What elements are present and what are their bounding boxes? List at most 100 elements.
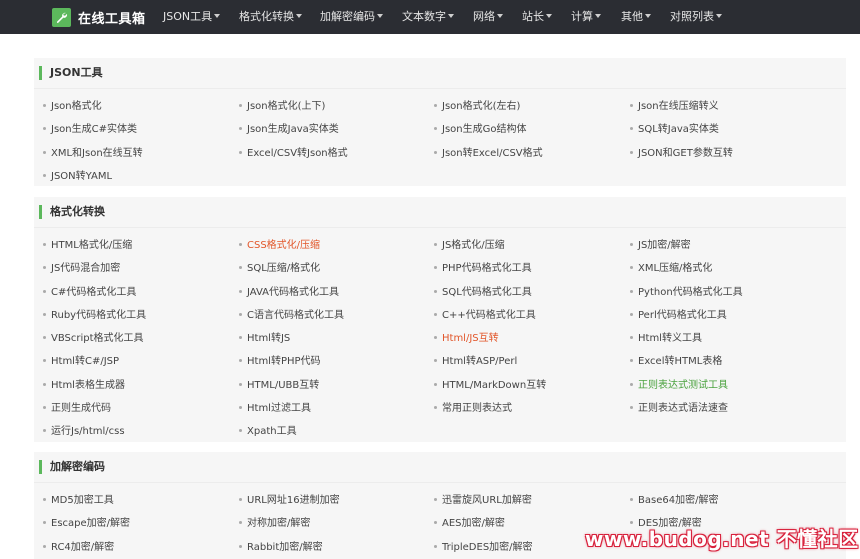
tool-link[interactable]: Json格式化(左右) — [434, 97, 520, 112]
tool-link[interactable]: JSON和GET参数互转 — [630, 144, 733, 159]
bullet-icon — [630, 497, 633, 501]
tool-link[interactable]: TripleDES加密/解密 — [434, 538, 533, 553]
nav-encrypt-encode[interactable]: 加解密编码 — [320, 0, 383, 34]
tool-link[interactable]: CSS格式化/压缩 — [239, 236, 320, 251]
tool-link[interactable]: 运行Js/html/css — [43, 422, 125, 437]
section-title: 加解密编码 — [39, 460, 105, 474]
tool-link[interactable]: RC4加密/解密 — [43, 538, 114, 553]
bullet-icon — [630, 242, 633, 246]
nav-network[interactable]: 网络 — [473, 0, 503, 34]
bullet-icon — [239, 150, 242, 154]
nav-other[interactable]: 其他 — [621, 0, 651, 34]
tool-link[interactable]: Json生成Java实体类 — [239, 120, 339, 135]
nav-text-number[interactable]: 文本数字 — [402, 0, 454, 34]
tool-link[interactable]: HTML格式化/压缩 — [43, 236, 132, 251]
tool-link[interactable]: Html转义工具 — [630, 329, 702, 344]
tool-link[interactable]: Escape加密/解密 — [43, 514, 130, 529]
tool-link[interactable]: Html转JS — [239, 329, 290, 344]
tool-link[interactable]: Html转ASP/Perl — [434, 352, 517, 367]
tool-link[interactable]: URL网址16进制加密 — [239, 491, 340, 506]
tool-link[interactable]: Json格式化 — [43, 97, 102, 112]
tool-link[interactable]: JSON转YAML — [43, 167, 112, 182]
tool-link[interactable]: Json转Excel/CSV格式 — [434, 144, 543, 159]
bullet-icon — [434, 382, 437, 386]
tool-link[interactable]: C语言代码格式化工具 — [239, 306, 344, 321]
tool-link[interactable]: 对称加密/解密 — [239, 514, 310, 529]
nav-json-tools[interactable]: JSON工具 — [163, 0, 221, 34]
site-logo[interactable]: 在线工具箱 — [52, 7, 146, 27]
tool-link[interactable]: Html转PHP代码 — [239, 352, 321, 367]
bullet-icon — [434, 312, 437, 316]
tool-link[interactable]: Json在线压缩转义 — [630, 97, 719, 112]
tool-link[interactable]: JS代码混合加密 — [43, 259, 120, 274]
nav-format-convert[interactable]: 格式化转换 — [239, 0, 302, 34]
tool-link[interactable]: VBScript格式化工具 — [43, 329, 144, 344]
tool-label: Html转JS — [247, 333, 291, 344]
tool-label: Json格式化(左右) — [442, 101, 521, 112]
tool-label: XML压缩/格式化 — [638, 263, 713, 274]
tool-link[interactable]: 正则表达式语法速查 — [630, 399, 728, 414]
tool-link[interactable]: Python代码格式化工具 — [630, 283, 743, 298]
tool-label: Perl代码格式化工具 — [638, 310, 727, 321]
tool-link[interactable]: JS格式化/压缩 — [434, 236, 505, 251]
tool-link[interactable]: HTML/MarkDown互转 — [434, 376, 546, 391]
tool-link[interactable]: Html表格生成器 — [43, 376, 125, 391]
bullet-icon — [239, 103, 242, 107]
bullet-icon — [43, 358, 46, 362]
tool-link[interactable]: JAVA代码格式化工具 — [239, 283, 339, 298]
tool-link[interactable]: 迅雷旋风URL加解密 — [434, 491, 532, 506]
tool-link[interactable]: Html过滤工具 — [239, 399, 311, 414]
tool-label: Html表格生成器 — [51, 380, 125, 391]
tool-link[interactable]: HTML/UBB互转 — [239, 376, 319, 391]
tool-link[interactable]: Rabbit加密/解密 — [239, 538, 323, 553]
tool-label: JSON转YAML — [51, 171, 113, 182]
tool-link[interactable]: Html转C#/JSP — [43, 352, 119, 367]
tool-link[interactable]: 正则生成代码 — [43, 399, 111, 414]
tool-link[interactable]: MD5加密工具 — [43, 491, 114, 506]
bullet-icon — [43, 242, 46, 246]
nav-reference-list[interactable]: 对照列表 — [670, 0, 722, 34]
bullet-icon — [43, 335, 46, 339]
tool-link[interactable]: XML压缩/格式化 — [630, 259, 712, 274]
section-title: 格式化转换 — [39, 205, 105, 219]
tool-link[interactable]: XML和Json在线互转 — [43, 144, 143, 159]
tool-link[interactable]: SQL代码格式化工具 — [434, 283, 532, 298]
tool-link[interactable]: C#代码格式化工具 — [43, 283, 136, 298]
tool-link[interactable]: Base64加密/解密 — [630, 491, 718, 506]
tool-label: Json生成Java实体类 — [247, 124, 339, 135]
tool-link[interactable]: C++代码格式化工具 — [434, 306, 536, 321]
bullet-icon — [239, 358, 242, 362]
tool-label: MD5加密工具 — [51, 495, 114, 506]
tool-link[interactable]: Excel转HTML表格 — [630, 352, 722, 367]
tool-link[interactable]: 常用正则表达式 — [434, 399, 512, 414]
tool-link[interactable]: Ruby代码格式化工具 — [43, 306, 146, 321]
nav-label: 网络 — [473, 10, 495, 23]
tool-link[interactable]: SQL转Java实体类 — [630, 120, 719, 135]
bullet-icon — [43, 520, 46, 524]
tool-link[interactable]: JS加密/解密 — [630, 236, 691, 251]
tool-label: Json在线压缩转义 — [638, 101, 719, 112]
tool-label: SQL代码格式化工具 — [442, 287, 532, 298]
tool-label: 正则生成代码 — [51, 403, 111, 414]
chevron-down-icon — [214, 14, 221, 18]
tool-label: CSS格式化/压缩 — [247, 240, 321, 251]
tool-link[interactable]: PHP代码格式化工具 — [434, 259, 532, 274]
tool-link[interactable]: Xpath工具 — [239, 422, 297, 437]
tool-label: VBScript格式化工具 — [51, 333, 144, 344]
tool-link[interactable]: 正则表达式测试工具 — [630, 376, 728, 391]
tool-link[interactable]: SQL压缩/格式化 — [239, 259, 320, 274]
tool-link[interactable]: Html/JS互转 — [434, 329, 499, 344]
tool-link[interactable]: Perl代码格式化工具 — [630, 306, 727, 321]
tool-link[interactable]: Json格式化(上下) — [239, 97, 325, 112]
tool-link[interactable]: Json生成Go结构体 — [434, 120, 526, 135]
tool-link[interactable]: Json生成C#实体类 — [43, 120, 137, 135]
chevron-down-icon — [448, 14, 454, 18]
bullet-icon — [434, 405, 437, 409]
tool-label: XML和Json在线互转 — [51, 148, 143, 159]
watermark: www.budog.net 不懂社区 — [585, 527, 859, 551]
nav-calculate[interactable]: 计算 — [571, 0, 601, 34]
nav-webmaster[interactable]: 站长 — [522, 0, 552, 34]
tool-link[interactable]: Excel/CSV转Json格式 — [239, 144, 348, 159]
tool-link[interactable]: AES加密/解密 — [434, 514, 505, 529]
top-navbar: 在线工具箱 JSON工具 格式化转换 加解密编码 文本数字 网络 站长 计算 其… — [0, 0, 860, 34]
